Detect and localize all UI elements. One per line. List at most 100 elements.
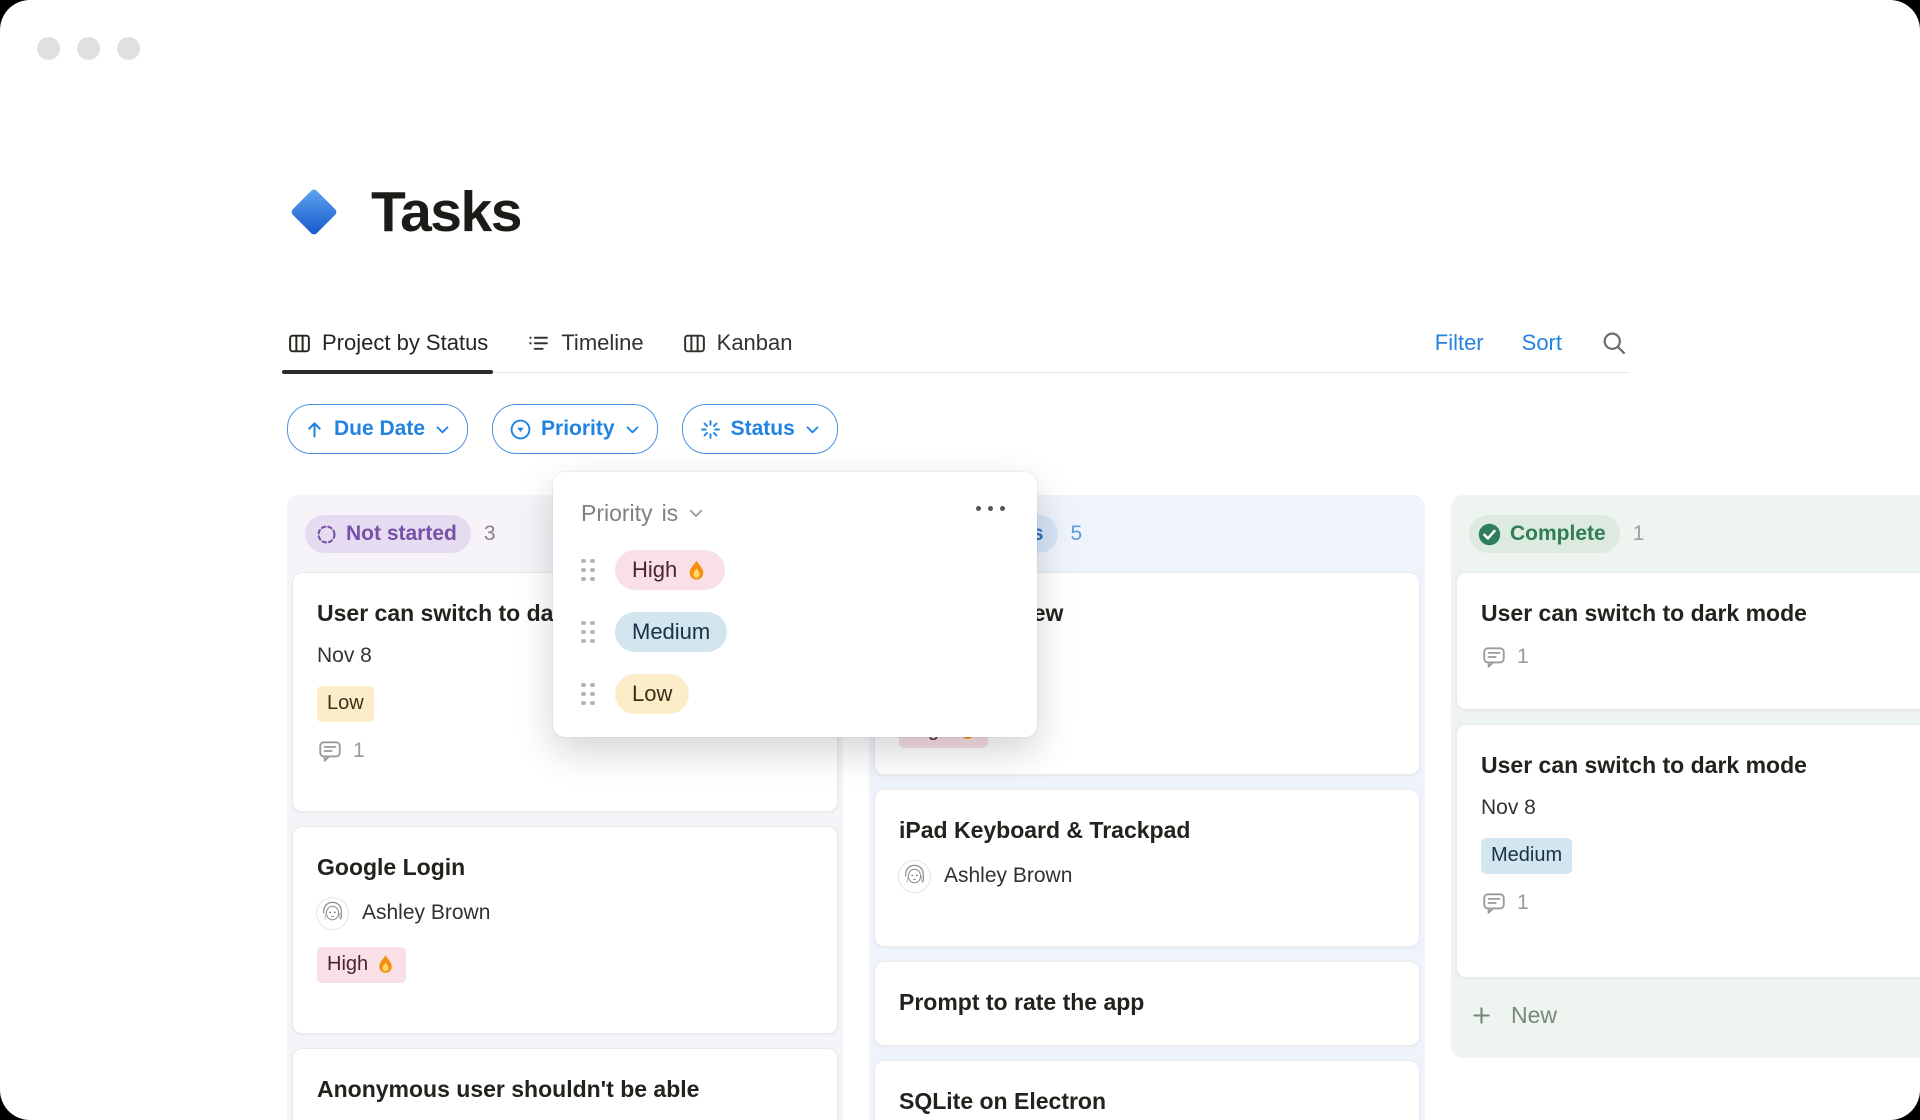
not-started-status-badge[interactable]: Not started [305,515,471,553]
card-title: Prompt to rate the app [899,989,1145,1015]
comment-count-value: 1 [353,738,365,762]
timeline-icon [526,331,551,356]
comment-icon [317,738,343,764]
chevron-down-icon [434,421,451,438]
pill-label: High [632,557,678,582]
priority-option-low[interactable]: Low [581,674,1009,714]
comment-count-value: 1 [1517,890,1529,914]
card-title: Anonymous user shouldn't be able [317,1076,700,1102]
add-new-card-button[interactable]: New [1470,990,1920,1040]
priority-pill-medium: Medium [615,612,728,652]
pill-label: Medium [632,619,711,644]
new-label: New [1511,1001,1558,1028]
avatar [899,860,930,892]
priority-tag-low: Low [317,685,374,722]
search-icon[interactable] [1600,329,1628,357]
status-filter-chip[interactable]: Status [681,404,838,454]
card-title: User can switch to dark mode [1481,600,1807,626]
view-tabs-bar: Project by Status Timeline Kanban Filter… [281,314,1628,374]
fire-icon [375,954,396,975]
window-controls [37,37,140,60]
card-title: Google Login [317,854,466,880]
comment-icon [1481,890,1507,916]
pill-label: Low [632,681,673,706]
chevron-down-icon [624,421,641,438]
priority-circle-icon [509,418,532,441]
tag-label: Medium [1491,844,1563,867]
plus-icon [1470,1004,1493,1027]
condition-field: Priority [581,499,653,526]
priority-filter-dropdown: Priority is High Medium Low [553,472,1037,737]
dashed-circle-icon [315,523,338,546]
priority-pill-low: Low [615,674,690,714]
task-card[interactable]: iPad Keyboard & Trackpad Ashley Brown [874,789,1420,947]
filter-button[interactable]: Filter [1435,330,1484,356]
ellipsis-icon[interactable] [972,502,1009,515]
condition-operator: is [661,499,679,526]
priority-tag-medium: Medium [1481,837,1573,874]
chip-label: Priority [541,417,615,440]
column-complete: Complete 1 User can switch to dark mode … [1451,495,1920,1058]
close-button[interactable] [37,37,60,60]
priority-tag-high: High [317,946,407,983]
blue-diamond-icon [283,181,345,243]
status-label: Complete [1510,522,1606,545]
column-count: 5 [1070,522,1083,545]
task-card[interactable]: User can switch to dark mode Nov 8 Mediu… [1456,724,1920,978]
comment-count: 1 [1481,644,1920,670]
priority-pill-high: High [615,550,726,590]
check-circle-icon [1477,522,1502,547]
tab-timeline[interactable]: Timeline [526,314,644,372]
maximize-button[interactable] [117,37,140,60]
status-progress-icon [699,418,722,441]
task-card[interactable]: User can switch to dark mode 1 [1456,572,1920,710]
board-icon [287,331,312,356]
status-label: Not started [346,522,457,545]
tab-label: Project by Status [322,330,489,355]
avatar [317,897,348,929]
tag-label: Low [327,692,364,715]
comment-count: 1 [1481,890,1920,916]
card-due-date: Nov 8 [1481,795,1536,819]
assignee-name: Ashley Brown [362,901,491,925]
page-header: Tasks [283,170,522,254]
tab-label: Kanban [716,330,793,355]
card-title: iPad Keyboard & Trackpad [899,817,1191,843]
app-window: Tasks Project by Status Timeline Kanban … [0,0,1920,1120]
comment-count: 1 [317,738,813,764]
tag-label: High [327,953,369,976]
assignee-row: Ashley Brown [899,860,1395,892]
chevron-down-icon [804,421,821,438]
due-date-filter-chip[interactable]: Due Date [287,404,469,454]
priority-option-high[interactable]: High [581,550,1009,590]
assignee-name: Ashley Brown [944,864,1073,888]
drag-handle-icon[interactable] [581,682,595,706]
assignee-row: Ashley Brown [317,897,813,929]
task-card[interactable]: Google Login Ashley Brown High [292,826,838,1034]
card-title: User can switch to dark mode [1481,752,1807,778]
tab-label: Timeline [561,330,644,355]
arrow-up-icon [304,419,325,440]
comment-icon [1481,644,1507,670]
tab-kanban[interactable]: Kanban [682,314,793,372]
board-icon [682,331,707,356]
drag-handle-icon[interactable] [581,558,595,582]
priority-option-medium[interactable]: Medium [581,612,1009,652]
drag-handle-icon[interactable] [581,620,595,644]
sort-button[interactable]: Sort [1522,330,1562,356]
task-card[interactable]: Anonymous user shouldn't be able [292,1048,838,1120]
chevron-down-icon [687,504,705,522]
task-card[interactable]: SQLite on Electron [874,1060,1420,1120]
filter-chip-bar: Due Date Priority Status [287,404,838,454]
column-count: 1 [1632,522,1645,545]
column-count: 3 [483,522,496,545]
complete-status-badge[interactable]: Complete [1469,515,1620,553]
card-title: SQLite on Electron [899,1088,1107,1114]
minimize-button[interactable] [77,37,100,60]
dropdown-condition[interactable]: Priority is [581,498,1009,528]
priority-filter-chip[interactable]: Priority [492,404,658,454]
comment-count-value: 1 [1517,644,1529,668]
page-title: Tasks [371,180,522,244]
task-card[interactable]: Prompt to rate the app [874,961,1420,1046]
tab-project-by-status[interactable]: Project by Status [281,314,494,374]
